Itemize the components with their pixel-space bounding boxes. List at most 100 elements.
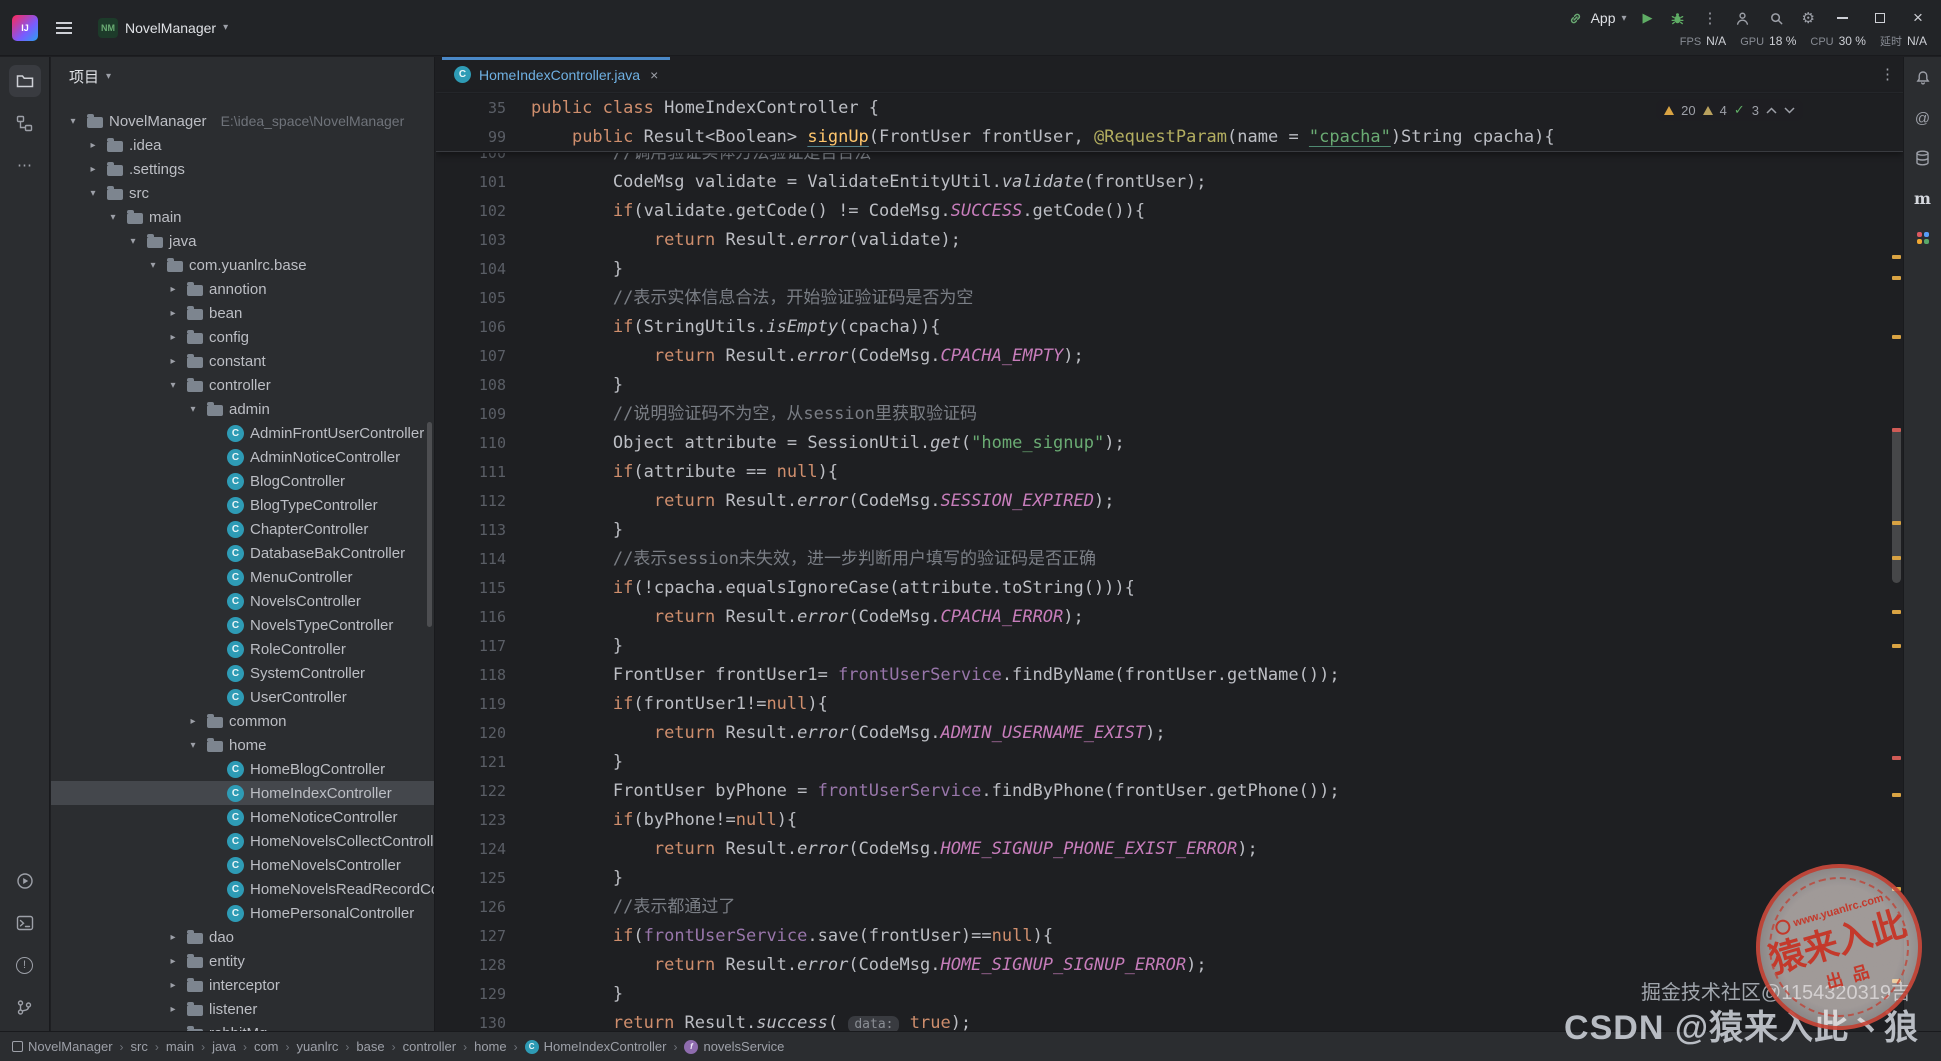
line-number[interactable]: 128: [436, 951, 506, 980]
line-number[interactable]: 110: [436, 429, 506, 458]
tree-item[interactable]: C SystemController: [51, 661, 434, 685]
tree-item[interactable]: ▾ com.yuanlrc.base: [51, 253, 434, 277]
chevron-down-icon[interactable]: ▾: [145, 260, 161, 271]
stripe-mark[interactable]: [1892, 428, 1901, 432]
tree-item[interactable]: ▸ constant: [51, 349, 434, 373]
stripe-mark[interactable]: [1892, 756, 1901, 760]
chevron-right-icon[interactable]: ▸: [165, 980, 181, 991]
tree-item[interactable]: C HomeNovelsCollectController: [51, 829, 434, 853]
structure-toolwindow-button[interactable]: [9, 107, 41, 139]
code-line[interactable]: 118 FrontUser frontUser1= frontUserServi…: [436, 661, 1903, 690]
chevron-down-icon[interactable]: ▾: [65, 116, 81, 127]
line-number[interactable]: 102: [436, 197, 506, 226]
code-line[interactable]: 111 if(attribute == null){: [436, 458, 1903, 487]
code-line[interactable]: 108 }: [436, 371, 1903, 400]
code-line[interactable]: 102 if(validate.getCode() != CodeMsg.SUC…: [436, 197, 1903, 226]
tree-item[interactable]: ▸ annotion: [51, 277, 434, 301]
inspections-widget[interactable]: 20 4 ✓ 3: [1656, 99, 1803, 121]
close-button[interactable]: ×: [1907, 8, 1929, 28]
stripe-mark[interactable]: [1892, 276, 1901, 280]
breadcrumb-item[interactable]: base: [356, 1039, 384, 1054]
breadcrumb-item[interactable]: yuanlrc: [297, 1039, 339, 1054]
breadcrumb-item[interactable]: java: [212, 1039, 236, 1054]
ai-assistant-icon[interactable]: @: [1910, 105, 1936, 131]
code-line[interactable]: 122 FrontUser byPhone = frontUserService…: [436, 777, 1903, 806]
services-toolwindow-button[interactable]: [9, 865, 41, 897]
line-number[interactable]: 101: [436, 168, 506, 197]
tree-item[interactable]: ▾ home: [51, 733, 434, 757]
line-number[interactable]: 120: [436, 719, 506, 748]
code-line[interactable]: 114 //表示session未失效，进一步判断用户填写的验证码是否正确: [436, 545, 1903, 574]
tree-item[interactable]: ▸ .idea: [51, 133, 434, 157]
line-number[interactable]: 117: [436, 632, 506, 661]
line-number[interactable]: 122: [436, 777, 506, 806]
tree-item[interactable]: ▾ main: [51, 205, 434, 229]
minimize-button[interactable]: [1831, 8, 1853, 28]
code-line[interactable]: 113 }: [436, 516, 1903, 545]
chevron-down-icon[interactable]: ▾: [165, 380, 181, 391]
breadcrumb-item[interactable]: com: [254, 1039, 279, 1054]
line-number[interactable]: 123: [436, 806, 506, 835]
tree-item[interactable]: C DatabaseBakController: [51, 541, 434, 565]
tree-item[interactable]: ▸ listener: [51, 997, 434, 1021]
more-toolwindows-icon[interactable]: ⋯: [9, 149, 41, 181]
line-number[interactable]: 35: [436, 94, 506, 123]
chevron-right-icon[interactable]: ▸: [165, 1004, 181, 1015]
stripe-mark[interactable]: [1892, 644, 1901, 648]
line-number[interactable]: 100: [436, 153, 506, 168]
tab-close-icon[interactable]: ×: [650, 67, 658, 83]
line-number[interactable]: 104: [436, 255, 506, 284]
tree-item[interactable]: ▸ common: [51, 709, 434, 733]
code-line[interactable]: 100 //调用验证实体方法验证是否合法: [436, 153, 1903, 168]
run-button[interactable]: ▶: [1643, 10, 1653, 26]
line-number[interactable]: 107: [436, 342, 506, 371]
maven-icon[interactable]: m: [1910, 185, 1936, 211]
line-number[interactable]: 106: [436, 313, 506, 342]
tree-item[interactable]: C HomeIndexController: [51, 781, 434, 805]
tree-item[interactable]: ▸rabbitMq: [51, 1021, 434, 1031]
plugin-icon[interactable]: [1910, 225, 1936, 251]
tree-item[interactable]: ▾ admin: [51, 397, 434, 421]
tree-item[interactable]: C NovelsTypeController: [51, 613, 434, 637]
maximize-button[interactable]: [1869, 8, 1891, 28]
chevron-right-icon[interactable]: ▸: [185, 716, 201, 727]
tree-item[interactable]: C BlogTypeController: [51, 493, 434, 517]
line-number[interactable]: 109: [436, 400, 506, 429]
code-line[interactable]: 120 return Result.error(CodeMsg.ADMIN_US…: [436, 719, 1903, 748]
code-line[interactable]: 126 //表示都通过了: [436, 893, 1903, 922]
breadcrumb-item[interactable]: C HomeIndexController: [524, 1039, 666, 1054]
chevron-down-icon[interactable]: ▾: [185, 740, 201, 751]
line-number[interactable]: 119: [436, 690, 506, 719]
stripe-mark[interactable]: [1892, 255, 1901, 259]
line-number[interactable]: 121: [436, 748, 506, 777]
tree-item[interactable]: ▾ NovelManager E:\idea_space\NovelManager: [51, 109, 434, 133]
chevron-down-icon[interactable]: ▾: [125, 236, 141, 247]
chevron-right-icon[interactable]: ▸: [165, 284, 181, 295]
user-icon[interactable]: [1734, 9, 1752, 27]
tree-item[interactable]: C NovelsController: [51, 589, 434, 613]
line-number[interactable]: 113: [436, 516, 506, 545]
stripe-mark[interactable]: [1892, 793, 1901, 797]
breadcrumb-item[interactable]: main: [166, 1039, 194, 1054]
chevron-right-icon[interactable]: ▸: [165, 332, 181, 343]
tree-item[interactable]: C BlogController: [51, 469, 434, 493]
code-line[interactable]: 119 if(frontUser1!=null){: [436, 690, 1903, 719]
main-menu-button[interactable]: [52, 18, 76, 38]
code-line[interactable]: 103 return Result.error(validate);: [436, 226, 1903, 255]
code-line[interactable]: 112 return Result.error(CodeMsg.SESSION_…: [436, 487, 1903, 516]
stripe-mark[interactable]: [1892, 556, 1901, 560]
chevron-right-icon[interactable]: ▸: [165, 932, 181, 943]
prev-problem-icon[interactable]: [1766, 106, 1777, 114]
project-tree-scrollbar[interactable]: [427, 422, 432, 627]
line-number[interactable]: 124: [436, 835, 506, 864]
line-number[interactable]: 129: [436, 980, 506, 1009]
stripe-mark[interactable]: [1892, 610, 1901, 614]
tree-item[interactable]: C HomeNovelsController: [51, 853, 434, 877]
tree-item[interactable]: C MenuController: [51, 565, 434, 589]
code-line[interactable]: 123 if(byPhone!=null){: [436, 806, 1903, 835]
tree-item[interactable]: C UserController: [51, 685, 434, 709]
project-panel-header[interactable]: 项目 ▾: [51, 57, 434, 95]
stripe-mark[interactable]: [1892, 335, 1901, 339]
settings-gear-icon[interactable]: ⚙: [1802, 9, 1815, 27]
problems-toolwindow-button[interactable]: !: [9, 949, 41, 981]
